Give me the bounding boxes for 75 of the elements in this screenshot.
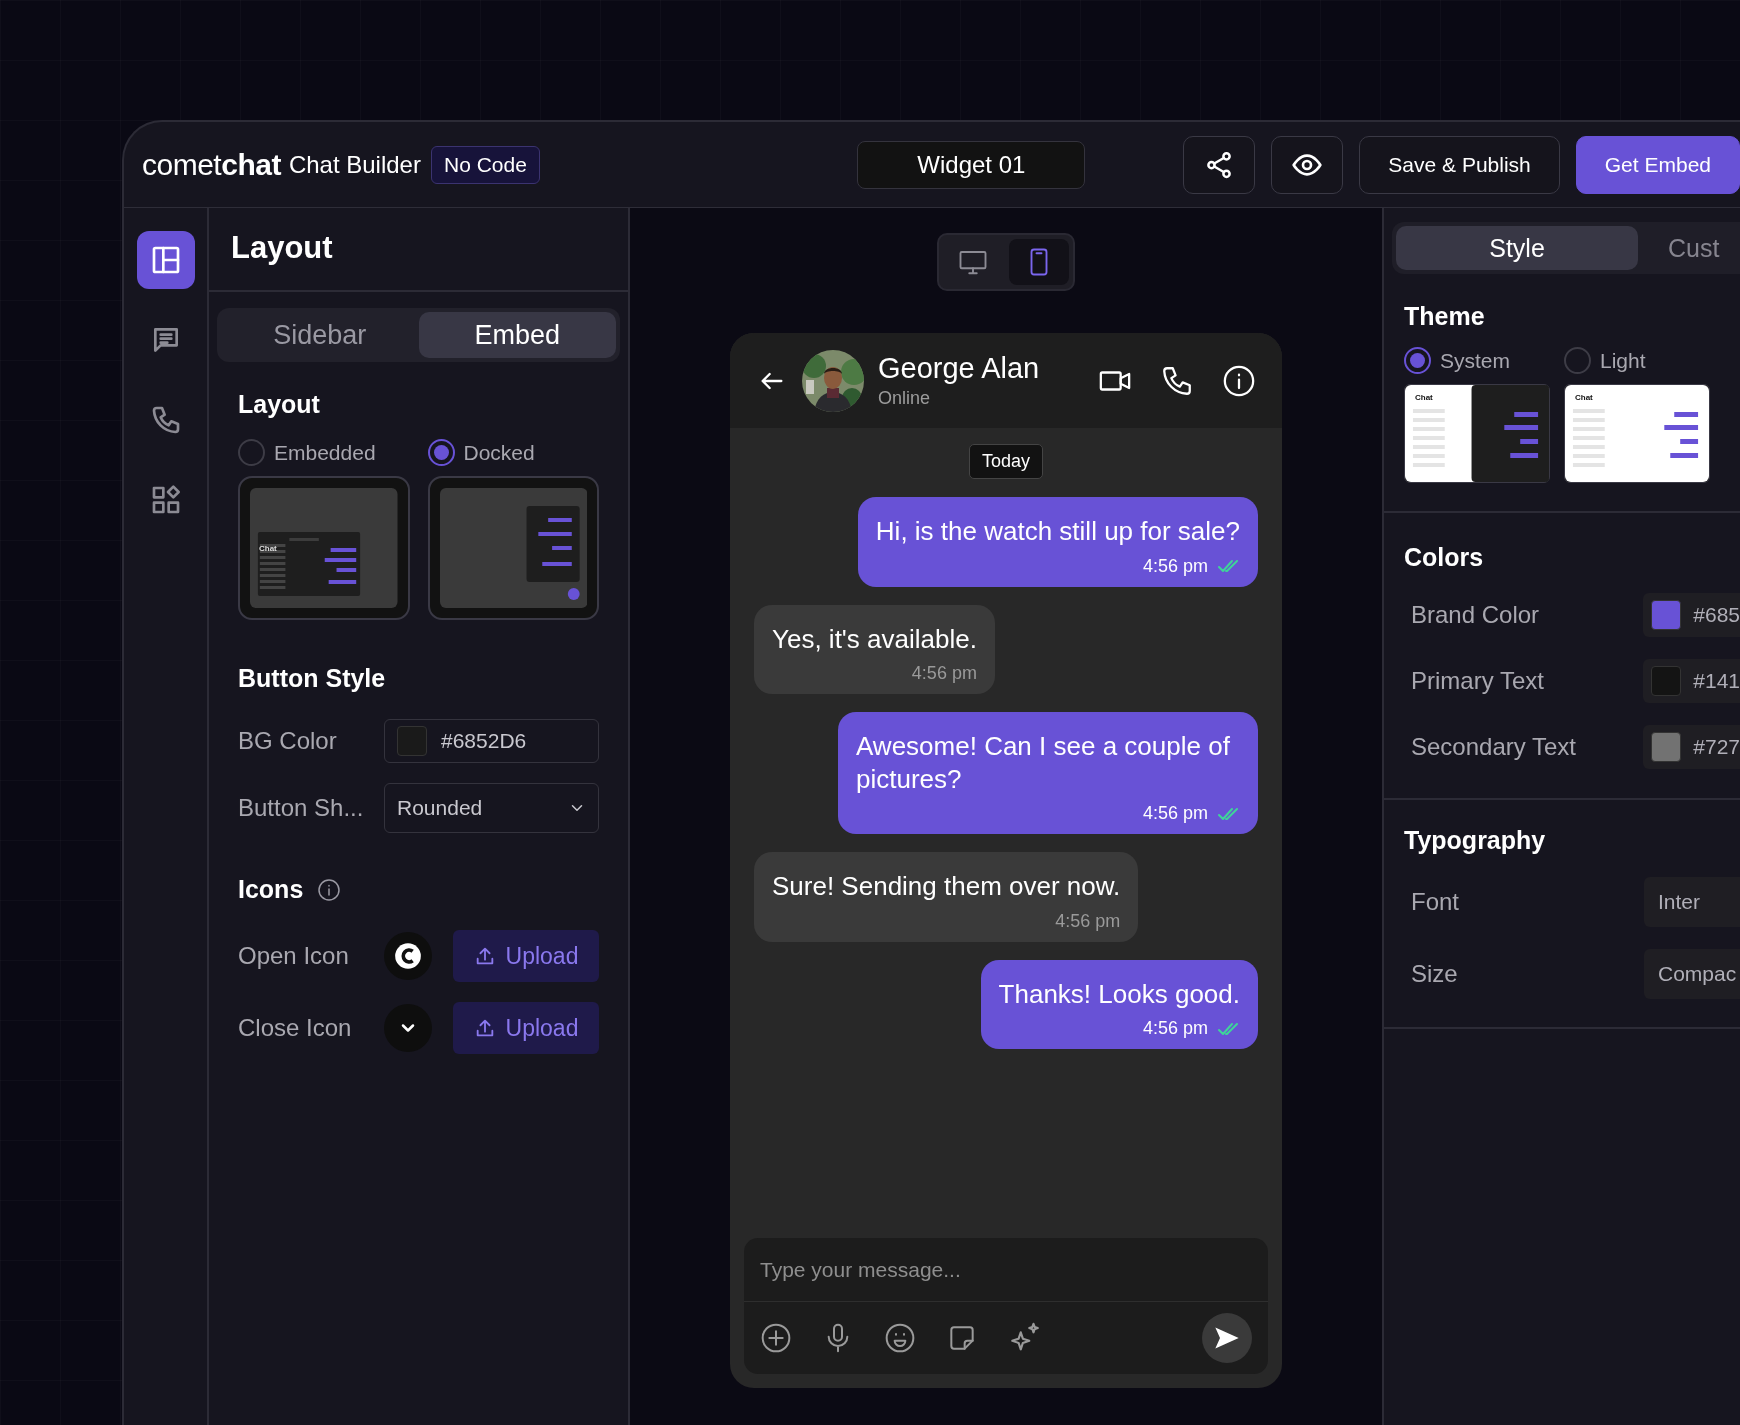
tab[interactable]: Sidebar: [221, 312, 419, 358]
field-label: Open Icon: [238, 942, 350, 970]
add-icon[interactable]: [760, 1322, 792, 1354]
radio-option[interactable]: Docked: [427, 439, 599, 466]
get-embed-button[interactable]: Get Embed: [1575, 135, 1740, 194]
double-check-icon: [1218, 806, 1240, 821]
preview-label: Chat: [1415, 393, 1433, 402]
tab[interactable]: Embed: [418, 312, 616, 358]
field-label: Size: [1410, 960, 1459, 988]
field-label: Secondary Text: [1410, 733, 1577, 761]
tab[interactable]: Style: [1396, 226, 1638, 270]
layout-preview-card[interactable]: Chat: [238, 476, 410, 620]
info-icon: [317, 877, 342, 902]
shape-dropdown[interactable]: Rounded: [384, 783, 599, 833]
message-time: 4:56 pm: [1142, 1018, 1208, 1039]
field-label: Button Sh...: [238, 794, 365, 822]
message-text: Thanks! Looks good.: [998, 977, 1240, 1010]
message-time: 4:56 pm: [1142, 803, 1208, 824]
tab[interactable]: Cust: [1668, 226, 1720, 270]
save-publish-button[interactable]: Save & Publish: [1359, 135, 1560, 194]
send-button[interactable]: [1202, 1313, 1252, 1363]
field-label: Font: [1410, 888, 1461, 916]
section-title: Layout: [238, 390, 321, 419]
message-time: 4:56 pm: [911, 663, 977, 684]
panel-title: Layout: [209, 208, 628, 292]
radio-option[interactable]: Embedded: [238, 439, 410, 466]
preview-label: Chat: [259, 544, 277, 553]
message-text: Awesome! Can I see a couple of pictures?: [856, 730, 1231, 795]
date-chip: Today: [968, 444, 1043, 479]
brand-logo: cometchat: [142, 147, 281, 182]
preview-label: Chat: [1575, 393, 1593, 402]
field-label: BG Color: [238, 727, 338, 755]
smiley-icon[interactable]: [884, 1322, 916, 1354]
select-field[interactable]: Compac: [1644, 949, 1740, 999]
section-title: Icons: [238, 875, 304, 904]
preview-button[interactable]: [1271, 135, 1344, 194]
widget-name-field[interactable]: Widget 01: [857, 140, 1086, 189]
section-title: Button Style: [238, 664, 387, 693]
upload-button[interactable]: Upload: [453, 1002, 599, 1054]
color-field[interactable]: #727: [1643, 725, 1740, 769]
contact-name: George Alan: [878, 352, 1040, 385]
field-label: Brand Color: [1410, 601, 1541, 629]
device-button[interactable]: [1009, 239, 1069, 285]
message-text: Yes, it's available.: [772, 622, 977, 655]
section-title: Colors: [1404, 543, 1485, 572]
section-title: Typography: [1404, 826, 1547, 855]
radio-option[interactable]: Light: [1564, 347, 1710, 374]
info-icon[interactable]: [1222, 363, 1256, 398]
layout-preview-card[interactable]: [427, 476, 599, 620]
message-time: 4:56 pm: [1142, 555, 1208, 577]
double-check-icon: [1218, 559, 1240, 573]
share-button[interactable]: [1183, 135, 1256, 194]
double-check-icon: [1218, 1021, 1240, 1036]
message-time: 4:56 pm: [1055, 910, 1121, 932]
radio-button[interactable]: [238, 439, 265, 466]
brand-mark-icon: [394, 942, 422, 970]
plan-badge: No Code: [430, 145, 540, 184]
message-text: Hi, is the watch still up for sale?: [875, 515, 1240, 548]
section-title: Theme: [1404, 302, 1486, 331]
color-field[interactable]: #6852D6: [384, 719, 599, 763]
theme-preview-card[interactable]: Chat: [1404, 384, 1550, 483]
nav-button[interactable]: [136, 231, 195, 289]
theme-preview-card[interactable]: Chat: [1564, 384, 1710, 483]
select-field[interactable]: Inter: [1644, 877, 1740, 927]
color-field[interactable]: #685: [1643, 593, 1740, 637]
radio-option[interactable]: System: [1404, 347, 1550, 374]
message-input[interactable]: Type your message...: [744, 1238, 1268, 1302]
radio-button[interactable]: [427, 439, 455, 466]
contact-status: Online: [878, 388, 932, 409]
color-field[interactable]: #141: [1643, 659, 1740, 703]
field-label: Close Icon: [238, 1014, 353, 1042]
upload-button[interactable]: Upload: [453, 930, 599, 982]
message-text: Sure! Sending them over now.: [772, 870, 1121, 903]
product-name: Chat Builder: [288, 150, 421, 179]
field-label: Primary Text: [1410, 667, 1545, 695]
